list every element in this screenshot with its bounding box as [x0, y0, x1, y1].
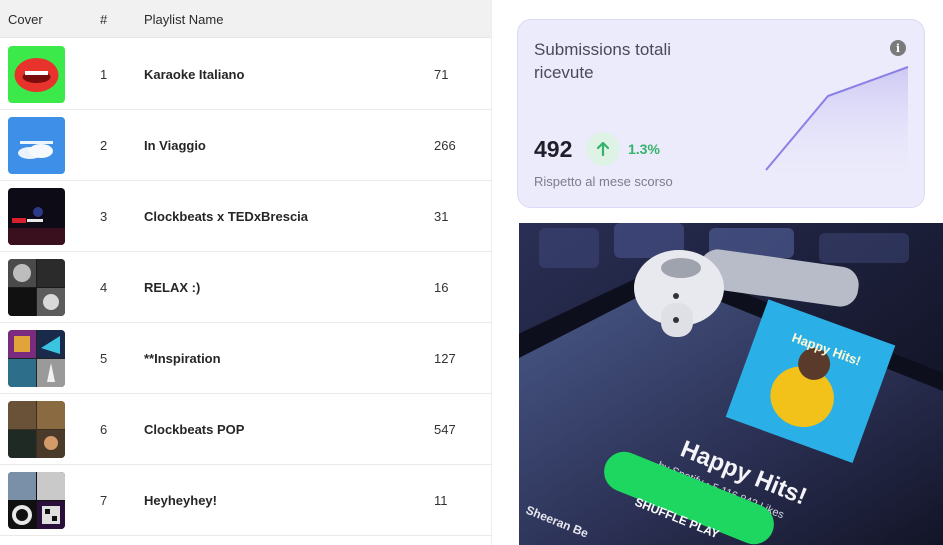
header-playlist-name: Playlist Name	[144, 12, 224, 27]
playlist-name[interactable]: **Inspiration	[144, 323, 221, 394]
relax-cover[interactable]	[8, 259, 65, 316]
row-number: 4	[100, 280, 108, 295]
stat-change-percent: 1.3%	[628, 141, 660, 157]
table-row[interactable]: 7 Heyheyhey! 11	[0, 465, 492, 536]
stat-title: Submissions totali ricevute	[534, 40, 672, 82]
submission-count: 127	[434, 351, 456, 366]
submission-count: 31	[434, 209, 449, 224]
row-number: 2	[100, 138, 108, 153]
header-cover: Cover	[8, 12, 43, 27]
inspiration-cover[interactable]	[8, 330, 65, 387]
pop-cover[interactable]	[8, 401, 65, 458]
header-number: #	[100, 12, 108, 27]
heyheyhey-cover[interactable]	[8, 472, 65, 529]
table-row[interactable]: 5 **Inspiration 127	[0, 323, 492, 394]
arrow-up-icon	[586, 132, 620, 166]
table-row[interactable]: 2 In Viaggio 266	[0, 110, 492, 181]
row-number: 6	[100, 422, 108, 437]
submission-count: 266	[434, 138, 456, 153]
table-row[interactable]: 6 Clockbeats POP 547	[0, 394, 492, 465]
playlist-name[interactable]: RELAX :)	[144, 252, 200, 323]
row-number: 1	[100, 67, 108, 82]
row-number: 5	[100, 351, 108, 366]
playlist-name[interactable]: Heyheyhey!	[144, 465, 217, 536]
stat-value: 492	[534, 136, 573, 162]
tedx-cover[interactable]	[8, 188, 65, 245]
playlist-name[interactable]: In Viaggio	[144, 110, 206, 181]
submissions-stat-card: Submissions totali ricevute i 492 1.3% R…	[517, 19, 925, 208]
stat-comparison-label: Rispetto al mese scorso	[534, 174, 673, 189]
row-number: 3	[100, 209, 108, 224]
info-icon[interactable]: i	[890, 40, 906, 56]
trend-sparkline	[765, 66, 909, 190]
table-row[interactable]: 4 RELAX :) 16	[0, 252, 492, 323]
table-row[interactable]: 1 Karaoke Italiano 71	[0, 39, 492, 110]
row-number: 7	[100, 493, 108, 508]
playlist-name[interactable]: Clockbeats x TEDxBrescia	[144, 181, 308, 252]
playlist-name[interactable]: Karaoke Italiano	[144, 39, 244, 110]
playlist-table: Cover # Playlist Name 1 Karaoke Italiano…	[0, 0, 492, 545]
table-row[interactable]: 3 Clockbeats x TEDxBrescia 31	[0, 181, 492, 252]
table-header: Cover # Playlist Name	[0, 0, 491, 38]
submission-count: 71	[434, 67, 449, 82]
playlist-name[interactable]: Clockbeats POP	[144, 394, 244, 465]
spotify-phone-photo: Happy Hits! Happy Hits! by Spotify • 5,1…	[519, 223, 943, 545]
submission-count: 11	[434, 493, 448, 508]
submission-count: 16	[434, 280, 449, 295]
in-viaggio-cover[interactable]	[8, 117, 65, 174]
karaoke-cover[interactable]	[8, 46, 65, 103]
submission-count: 547	[434, 422, 456, 437]
